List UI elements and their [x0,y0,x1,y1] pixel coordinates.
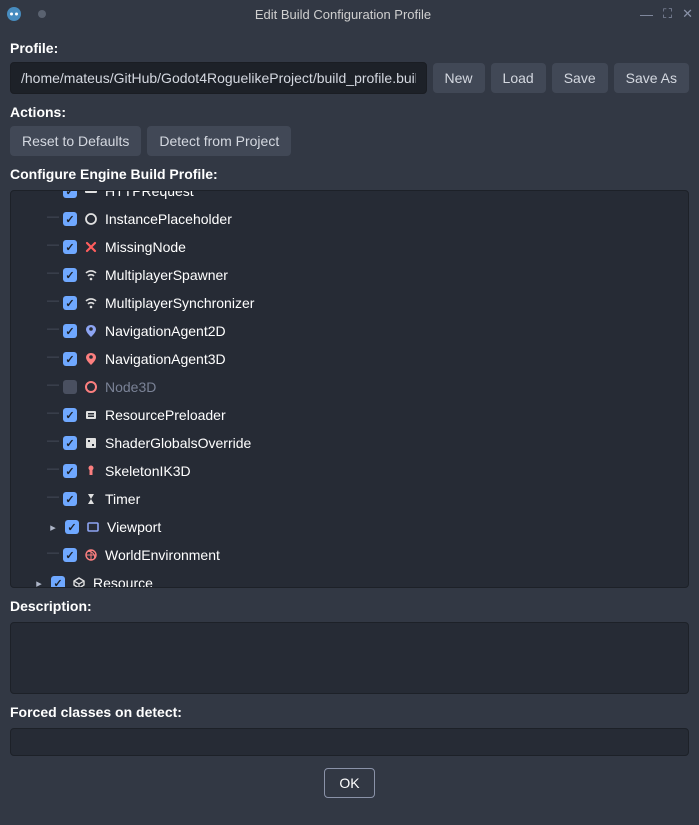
node-label: InstancePlaceholder [105,211,232,227]
node-checkbox[interactable] [63,408,77,422]
timer-icon [83,491,99,507]
node-label: Timer [105,491,140,507]
node-label: HTTPRequest [105,190,194,199]
node-label: Node3D [105,379,156,395]
node-checkbox[interactable] [63,548,77,562]
detect-button[interactable]: Detect from Project [147,126,291,156]
node-checkbox[interactable] [63,296,77,310]
cross-red-icon [83,239,99,255]
skeleton-icon [83,463,99,479]
minimize-icon[interactable]: — [640,7,653,22]
tree-node-multiplayerspawner[interactable]: MultiplayerSpawner [11,261,688,289]
node-label: NavigationAgent2D [105,323,226,339]
tree-panel[interactable]: HTTPRequest InstancePlaceholder MissingNod… [10,190,689,588]
pin-dot [38,10,46,18]
tree-guide [47,317,57,345]
node-label: MissingNode [105,239,186,255]
tree-guide [47,190,57,205]
tree-node-navigationagent2d[interactable]: NavigationAgent2D [11,317,688,345]
tree-node-missingnode[interactable]: MissingNode [11,233,688,261]
node-label: Viewport [107,519,161,535]
description-label: Description: [10,592,689,616]
ok-button[interactable]: OK [324,768,374,798]
world-icon [83,547,99,563]
tree-node-resource[interactable]: ▸ Resource [11,569,688,588]
tree-node-shaderglobalsoverride[interactable]: ShaderGlobalsOverride [11,429,688,457]
window-title: Edit Build Configuration Profile [46,7,640,22]
node-checkbox[interactable] [63,324,77,338]
tree-node-resourcepreloader[interactable]: ResourcePreloader [11,401,688,429]
wifi-icon [83,267,99,283]
tree-node-worldenvironment[interactable]: WorldEnvironment [11,541,688,569]
node-checkbox[interactable] [63,212,77,226]
node-checkbox[interactable] [63,380,77,394]
expand-icon[interactable]: ▸ [47,521,59,534]
tree-guide [47,541,57,569]
tree-node-node3d[interactable]: Node3D [11,373,688,401]
tree-guide [47,261,57,289]
titlebar: Edit Build Configuration Profile — ⛶ ✕ [0,0,699,28]
tree-guide [47,457,57,485]
tree-guide [47,289,57,317]
node-checkbox[interactable] [63,352,77,366]
node-checkbox[interactable] [63,436,77,450]
maximize-icon[interactable]: ⛶ [663,6,672,22]
node-checkbox[interactable] [63,464,77,478]
new-button[interactable]: New [433,63,485,93]
node-checkbox[interactable] [63,268,77,282]
tree-node-skeletonik3d[interactable]: SkeletonIK3D [11,457,688,485]
saveas-button[interactable]: Save As [614,63,689,93]
configure-label: Configure Engine Build Profile: [10,160,689,184]
http-icon [83,190,99,199]
tree-node-multiplayersynchronizer[interactable]: MultiplayerSynchronizer [11,289,688,317]
node-label: Resource [93,575,153,588]
save-button[interactable]: Save [552,63,608,93]
node-label: SkeletonIK3D [105,463,191,479]
profile-label: Profile: [10,34,689,58]
forced-classes-box[interactable] [10,728,689,756]
tree-node-instanceplaceholder[interactable]: InstancePlaceholder [11,205,688,233]
preloader-icon [83,407,99,423]
node-checkbox[interactable] [65,520,79,534]
node-label: MultiplayerSynchronizer [105,295,254,311]
node-checkbox[interactable] [51,576,65,588]
tree-guide [47,485,57,513]
forced-label: Forced classes on detect: [10,698,689,722]
tree-node-timer[interactable]: Timer [11,485,688,513]
viewport-icon [85,519,101,535]
circle-outline-icon [83,211,99,227]
node3d-icon [83,379,99,395]
reset-button[interactable]: Reset to Defaults [10,126,141,156]
pin-blue-icon [83,323,99,339]
description-box[interactable] [10,622,689,694]
tree-node-httprequest[interactable]: HTTPRequest [11,190,688,205]
tree-guide [47,233,57,261]
tree-guide [47,345,57,373]
actions-label: Actions: [10,98,689,122]
tree-node-viewport[interactable]: ▸ Viewport [11,513,688,541]
node-label: ShaderGlobalsOverride [105,435,251,451]
wifi-icon [83,295,99,311]
node-label: MultiplayerSpawner [105,267,228,283]
pin-red-icon [83,351,99,367]
tree-node-navigationagent3d[interactable]: NavigationAgent3D [11,345,688,373]
load-button[interactable]: Load [491,63,546,93]
profile-path-input[interactable] [10,62,427,94]
resource-icon [71,575,87,588]
godot-icon [6,6,22,22]
expand-icon[interactable]: ▸ [33,577,45,589]
shader-icon [83,435,99,451]
node-label: ResourcePreloader [105,407,226,423]
tree-guide [47,205,57,233]
close-icon[interactable]: ✕ [682,6,693,22]
tree-guide [47,429,57,457]
node-label: WorldEnvironment [105,547,220,563]
node-label: NavigationAgent3D [105,351,226,367]
node-checkbox[interactable] [63,492,77,506]
node-checkbox[interactable] [63,190,77,198]
node-checkbox[interactable] [63,240,77,254]
tree-guide [47,373,57,401]
tree-guide [47,401,57,429]
